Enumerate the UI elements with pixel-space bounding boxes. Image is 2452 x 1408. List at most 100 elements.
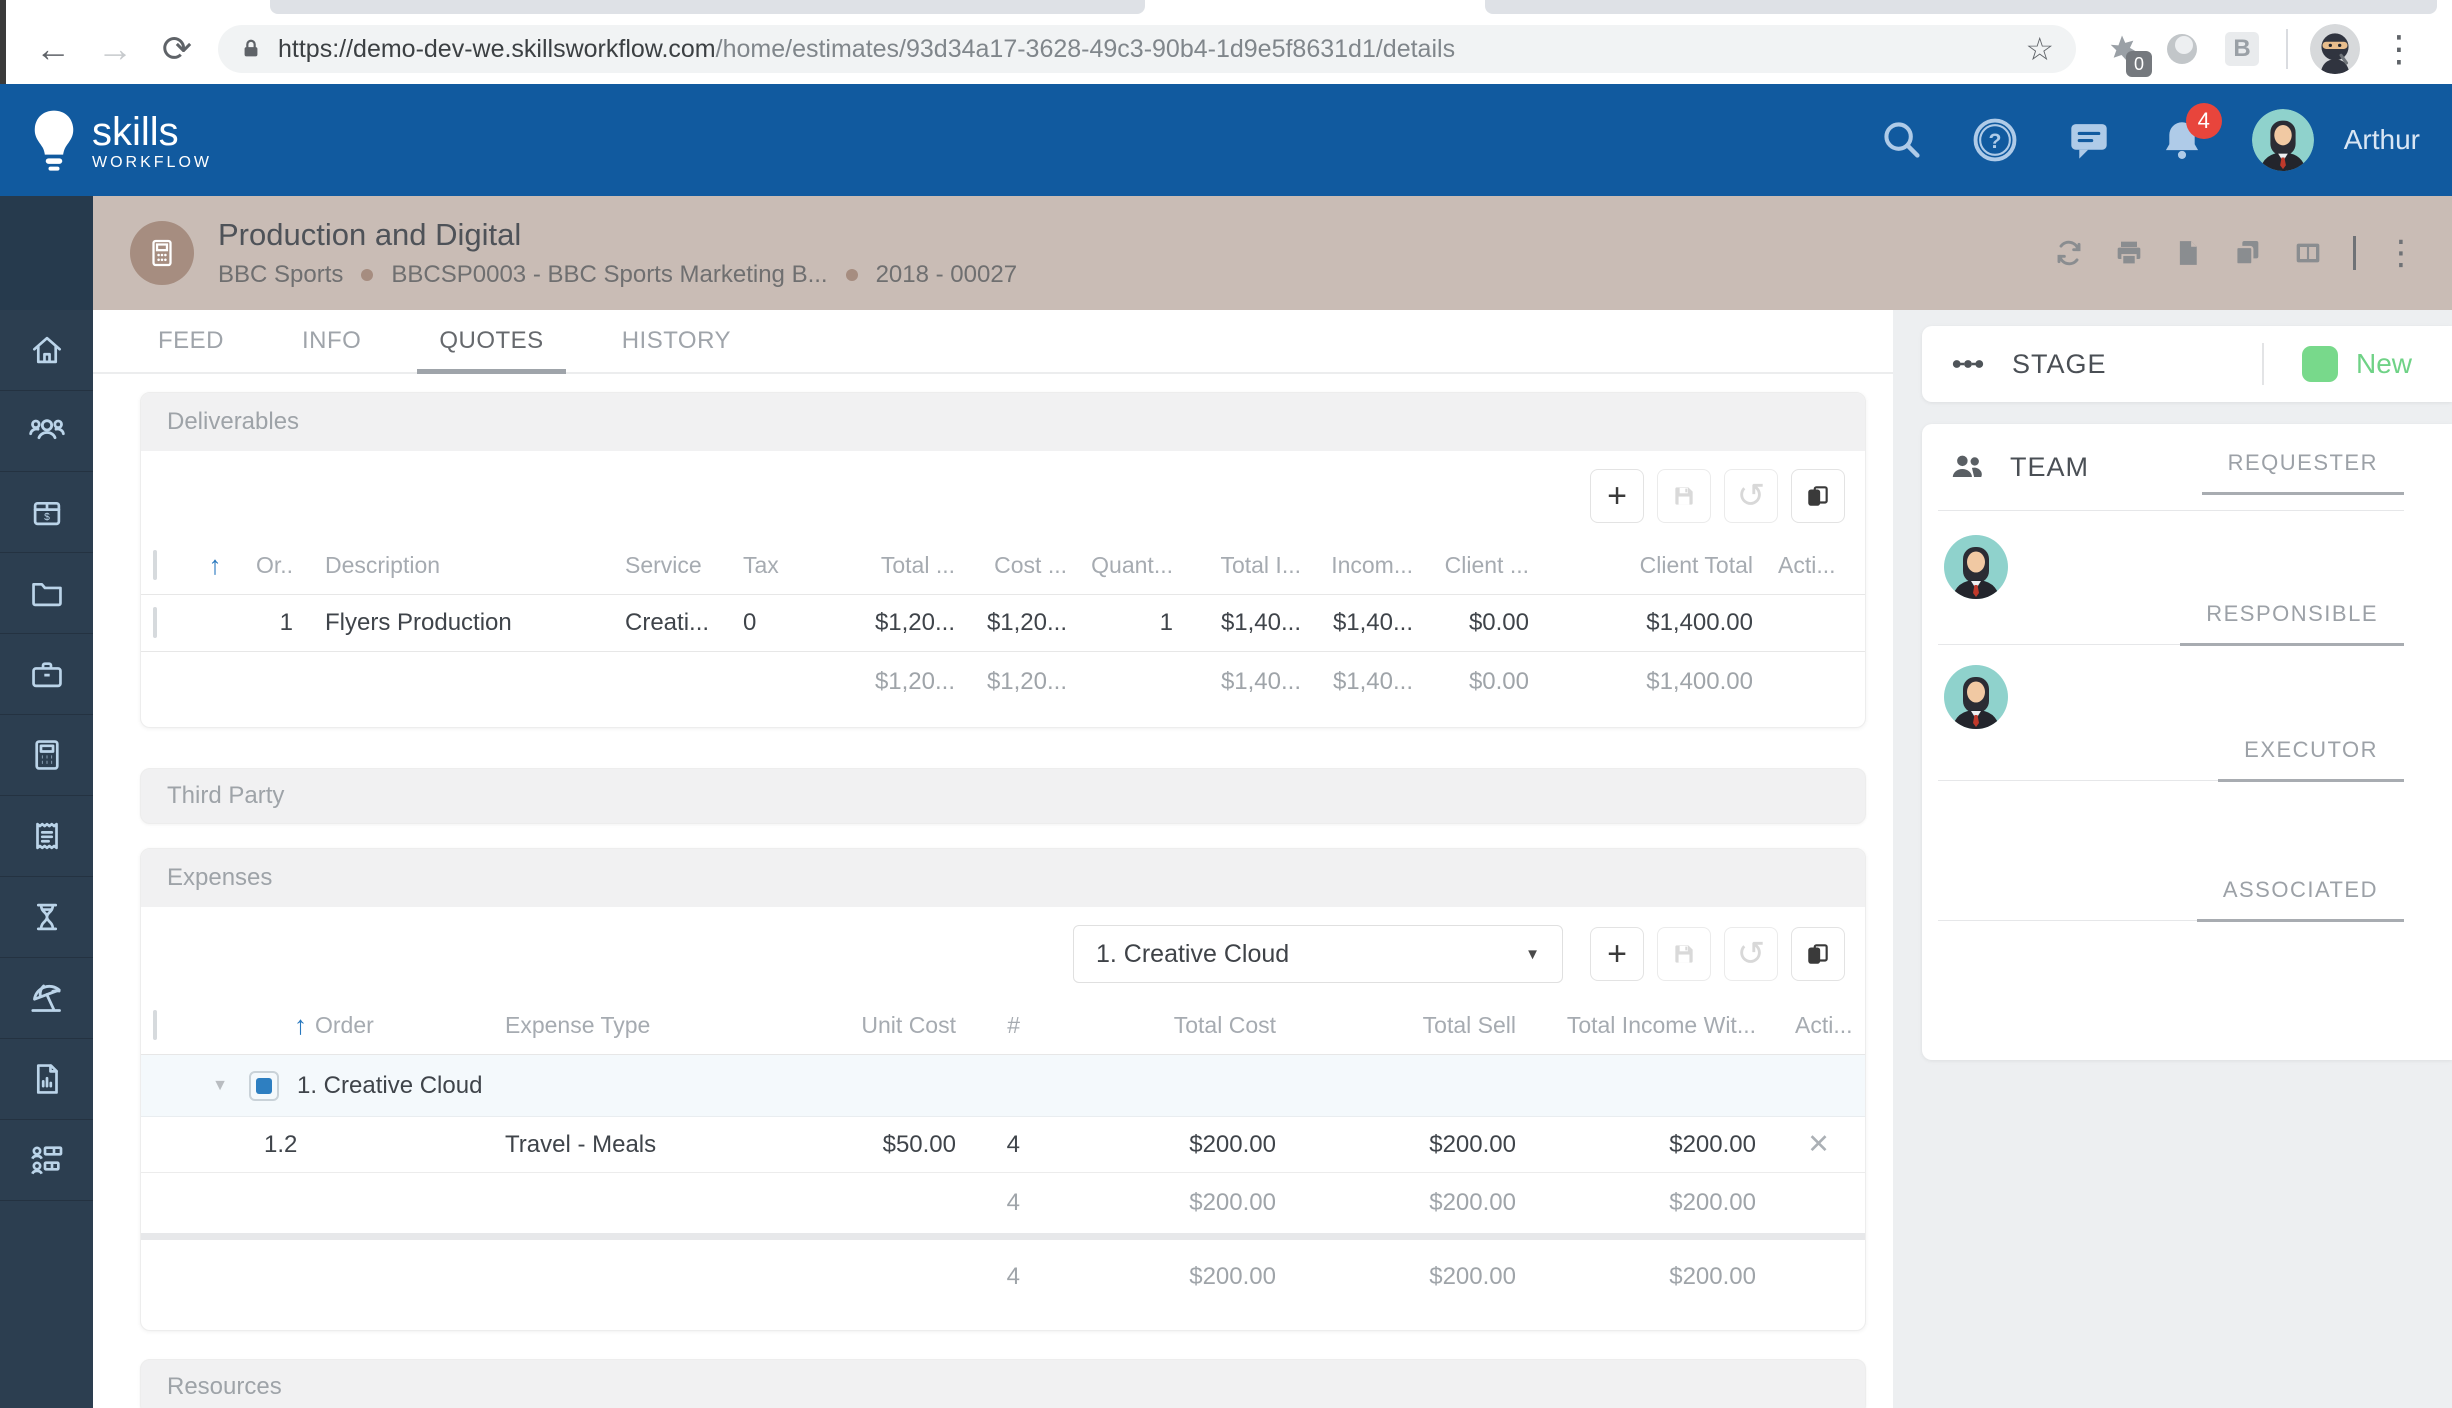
col-service[interactable]: Service <box>617 552 731 579</box>
col-cost[interactable]: Cost ... <box>957 552 1069 579</box>
sidebar-item-products[interactable]: $ <box>0 472 93 553</box>
col-expense-type[interactable]: Expense Type <box>369 1012 762 1039</box>
col-total-income[interactable]: Total I... <box>1175 552 1303 579</box>
stage-status-chip[interactable] <box>2301 346 2338 382</box>
add-expense-button[interactable]: + <box>1590 927 1644 981</box>
sidebar-item-invoices[interactable] <box>0 796 93 877</box>
folder-icon <box>31 582 62 607</box>
duplicate-deliverables-button[interactable] <box>1791 469 1845 523</box>
col-order[interactable]: ↑ Order <box>249 1010 374 1041</box>
sidebar-item-reports[interactable] <box>0 1039 93 1120</box>
more-actions-button[interactable]: ⋮ <box>2384 236 2418 270</box>
sidebar-item-resource-planning[interactable] <box>0 1120 93 1201</box>
notifications-button[interactable]: 4 <box>2160 103 2222 163</box>
tab-info[interactable]: INFO <box>294 310 369 372</box>
col-tax[interactable]: Tax <box>731 552 837 579</box>
expense-group-select[interactable]: 1. Creative Cloud ▼ <box>1073 925 1563 983</box>
cell-unit-cost[interactable]: $50.00 <box>762 1131 972 1159</box>
sidebar-item-home[interactable] <box>0 310 93 391</box>
sort-asc-icon[interactable]: ↑ <box>294 1010 307 1041</box>
col-description[interactable]: Description <box>297 552 617 579</box>
user-avatar[interactable] <box>2251 109 2314 171</box>
sidebar-item-vacations[interactable] <box>0 958 93 1039</box>
sidebar-item-timesheets[interactable] <box>0 877 93 958</box>
add-deliverable-button[interactable]: + <box>1590 469 1644 523</box>
sidebar-item-clients[interactable] <box>0 391 93 472</box>
duplicate-expenses-button[interactable] <box>1791 927 1845 981</box>
sort-asc-icon[interactable]: ↑ <box>191 550 239 581</box>
skills-workflow-logo[interactable]: skills WORKFLOW <box>32 108 212 172</box>
browser-forward-button[interactable]: → <box>84 28 146 70</box>
browser-back-button[interactable]: ← <box>22 28 84 70</box>
app-header-actions: ? 4 Arthur <box>1880 103 2420 171</box>
help-button[interactable]: ? <box>1972 117 2018 163</box>
deliverable-row[interactable]: 1 Flyers Production Creati... 0 $1,20...… <box>141 595 1865 651</box>
extension-icon-b[interactable]: B <box>2218 25 2266 73</box>
row-checkbox[interactable] <box>153 607 157 638</box>
bookmark-star-icon[interactable]: ☆ <box>2025 30 2054 68</box>
browser-address-bar[interactable]: https://demo-dev-we.skillsworkflow.com/h… <box>218 25 2076 73</box>
print-button[interactable] <box>2113 237 2145 269</box>
browser-menu-button[interactable]: ⋮ <box>2368 28 2430 70</box>
tab-quotes[interactable]: QUOTES <box>417 310 567 374</box>
refresh-button[interactable] <box>2053 237 2085 269</box>
cell-quantity[interactable]: 1 <box>1069 609 1175 637</box>
extension-icon-avast[interactable]: 0 <box>2098 25 2152 77</box>
col-income[interactable]: Incom... <box>1303 552 1415 579</box>
responsible-avatar[interactable] <box>1944 665 2008 729</box>
cell-income[interactable]: $1,40... <box>1303 609 1415 637</box>
cell-cost[interactable]: $1,20... <box>957 609 1069 637</box>
col-actions: Acti... <box>1778 552 1836 578</box>
col-client[interactable]: Client ... <box>1415 552 1531 579</box>
col-total-income[interactable]: Total Income Wit... <box>1532 1012 1772 1039</box>
delete-expense-button[interactable]: ✕ <box>1772 1129 1865 1160</box>
tab-history[interactable]: HISTORY <box>614 310 739 372</box>
tab-feed[interactable]: FEED <box>150 310 232 372</box>
collapse-group-icon[interactable]: ▼ <box>191 1077 249 1095</box>
messages-button[interactable] <box>2066 117 2112 163</box>
select-all-checkbox[interactable] <box>153 1010 157 1040</box>
save-deliverables-button[interactable] <box>1657 469 1711 523</box>
cell-service[interactable]: Creati... <box>617 609 731 637</box>
col-unit-cost[interactable]: Unit Cost <box>762 1012 972 1039</box>
printer-icon <box>2117 241 2141 266</box>
col-total-cost[interactable]: Total ... <box>837 552 957 579</box>
col-client-total[interactable]: Client Total <box>1531 552 1755 579</box>
extension-icon-circle[interactable] <box>2158 25 2206 73</box>
group-checkbox[interactable] <box>249 1070 279 1101</box>
calculator-icon <box>34 740 59 770</box>
layout-columns-button[interactable] <box>2291 237 2325 269</box>
third-party-section[interactable]: Third Party <box>140 768 1866 824</box>
select-all-checkbox[interactable] <box>153 550 157 580</box>
cell-description[interactable]: Flyers Production <box>297 609 617 637</box>
expense-row[interactable]: 1.2 Travel - Meals $50.00 4 $200.00 $200… <box>141 1117 1865 1173</box>
search-button[interactable] <box>1880 118 1924 162</box>
col-order[interactable]: Or.. <box>239 552 297 579</box>
col-actions: Acti... <box>1795 1012 1853 1038</box>
cell-client[interactable]: $0.00 <box>1415 609 1531 637</box>
col-total-cost[interactable]: Total Cost <box>1042 1012 1292 1039</box>
browser-reload-button[interactable]: ⟳ <box>146 28 208 70</box>
sidebar-item-folders[interactable] <box>0 553 93 634</box>
undo-deliverables-button[interactable]: ↺ <box>1724 469 1778 523</box>
cell-tax[interactable]: 0 <box>731 609 837 637</box>
user-name[interactable]: Arthur <box>2344 124 2420 156</box>
cell-expense-type[interactable]: Travel - Meals <box>369 1131 762 1159</box>
stage-status-label[interactable]: New <box>2356 348 2412 380</box>
undo-expenses-button[interactable]: ↺ <box>1724 927 1778 981</box>
col-quantity[interactable]: Quant... <box>1069 552 1175 579</box>
cell-qty[interactable]: 4 <box>972 1131 1042 1159</box>
expenses-toolbar: 1. Creative Cloud ▼ + ↺ <box>141 907 1865 997</box>
resources-section[interactable]: Resources <box>140 1359 1866 1408</box>
export-document-button[interactable] <box>2173 237 2203 269</box>
sidebar-item-jobs[interactable] <box>0 634 93 715</box>
sidebar-item-estimates[interactable] <box>0 715 93 796</box>
col-total-sell[interactable]: Total Sell <box>1292 1012 1532 1039</box>
col-qty[interactable]: # <box>972 1012 1042 1039</box>
requester-avatar[interactable] <box>1944 535 2008 599</box>
browser-profile-avatar[interactable] <box>2310 24 2360 74</box>
logo-title: skills <box>92 110 179 154</box>
copy-button[interactable] <box>2231 237 2263 269</box>
save-expenses-button[interactable] <box>1657 927 1711 981</box>
expense-group-row[interactable]: ▼ 1. Creative Cloud <box>141 1055 1865 1117</box>
